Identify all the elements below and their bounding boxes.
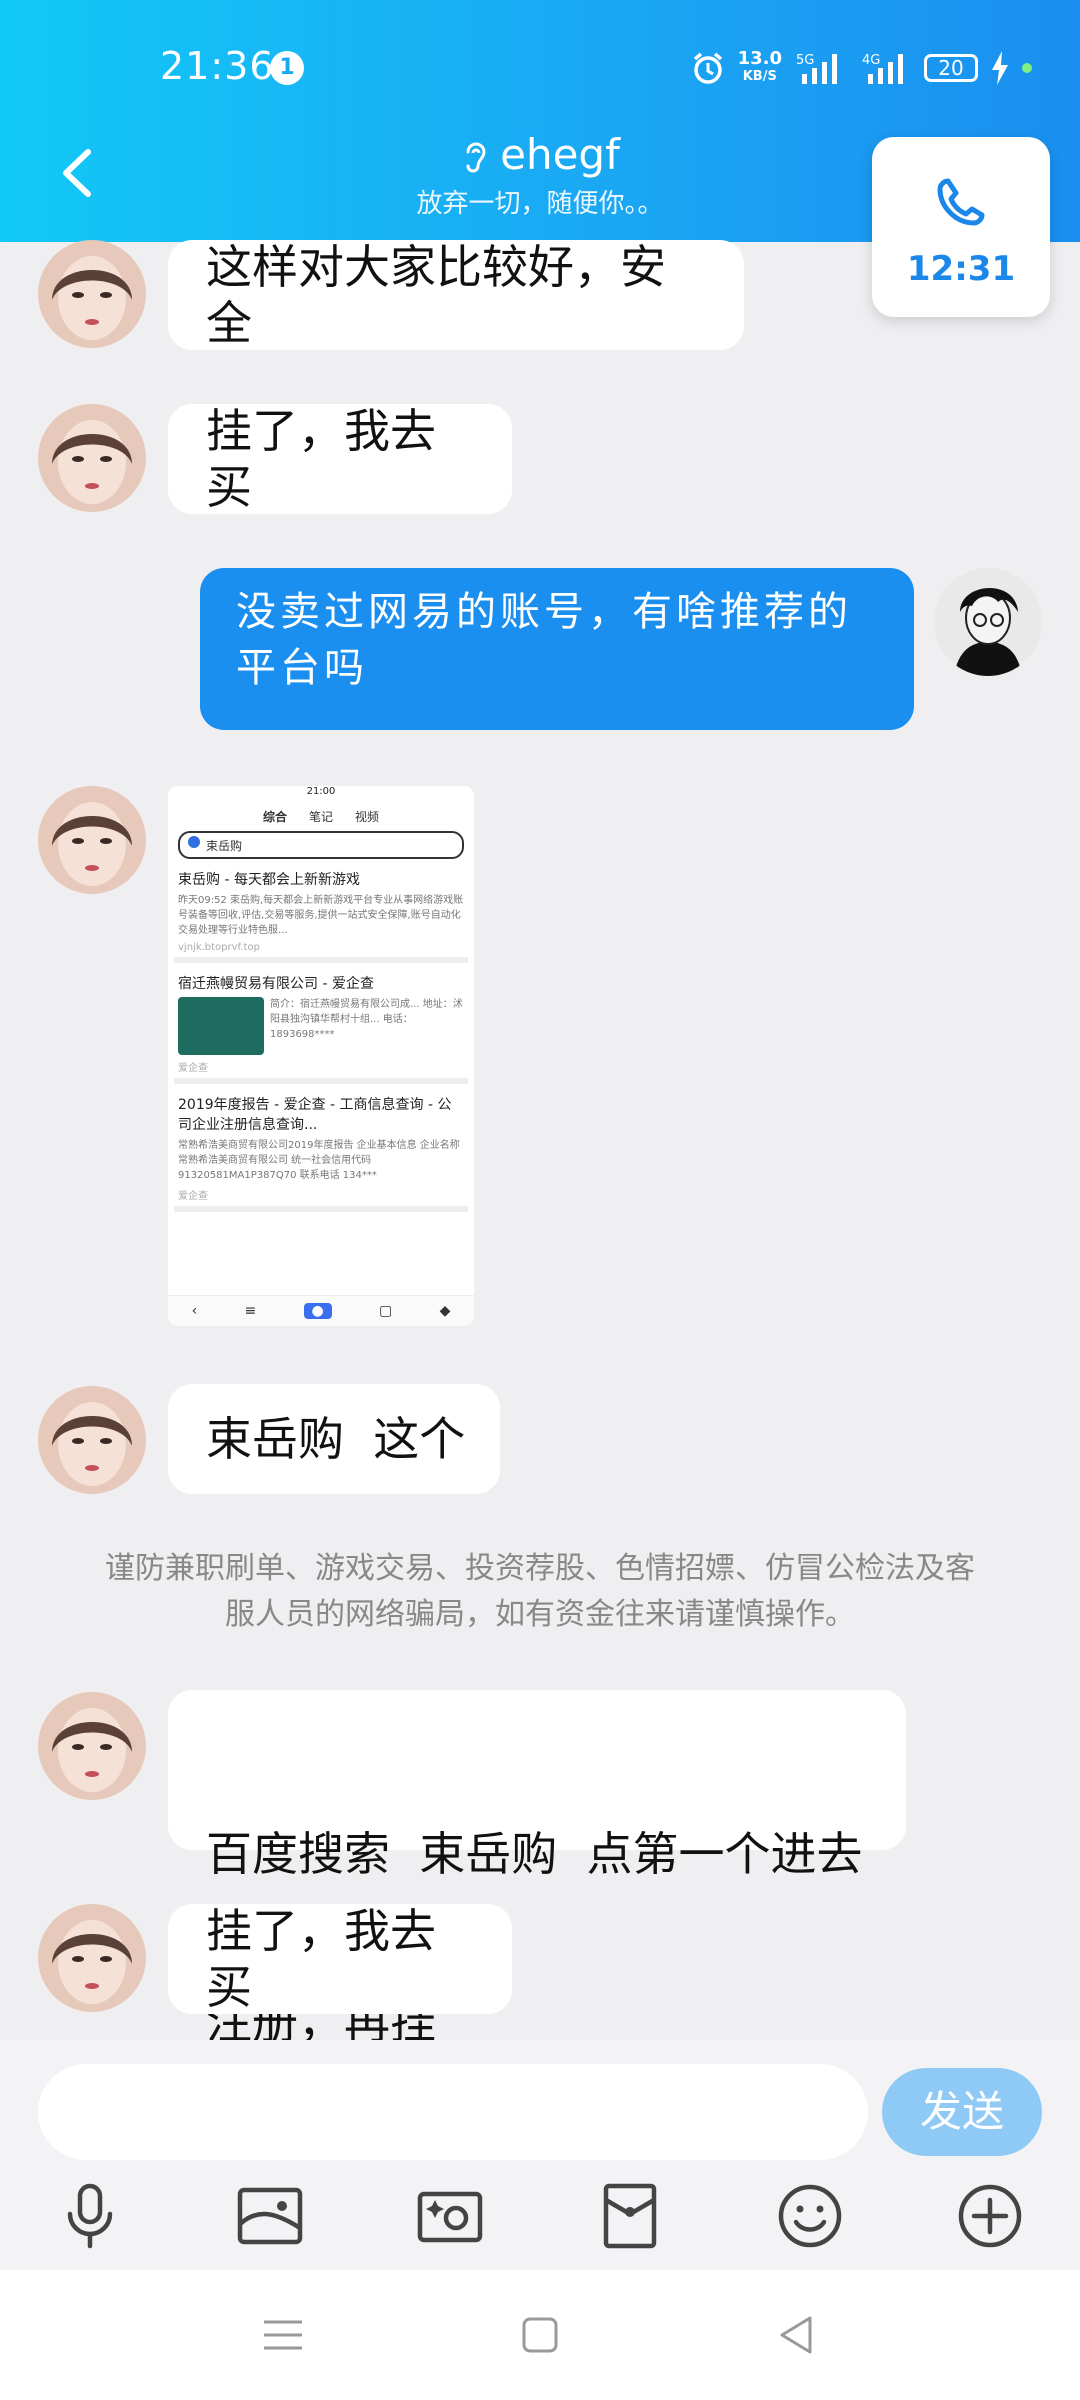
home-icon[interactable] xyxy=(515,2310,565,2360)
screenshot-result: 2019年度报告 - 爱企查 - 工商信息查询 - 公司企业注册信息查询... … xyxy=(174,1090,468,1212)
contact-avatar[interactable] xyxy=(38,786,146,894)
screenshot-bottom-nav: ‹ ≡ ● ▢ ◆ xyxy=(168,1295,474,1326)
back-icon[interactable] xyxy=(772,2310,822,2360)
message-input[interactable] xyxy=(38,2064,868,2160)
phone-icon xyxy=(937,178,985,226)
screenshot-result: 束岳购 - 每天都会上新新游戏 昨天09:52 束岳购,每天都会上新新游戏平台专… xyxy=(174,865,468,963)
emoji-icon[interactable] xyxy=(774,2180,846,2252)
privacy-dot xyxy=(1022,63,1032,73)
status-time: 21:36 xyxy=(160,44,275,88)
contact-avatar[interactable] xyxy=(38,240,146,348)
ear-icon xyxy=(466,142,486,172)
contact-avatar[interactable] xyxy=(38,1904,146,2012)
shared-screenshot-image[interactable]: 21:00 综合 笔记 视频 束岳购 束岳购 - 每天都会上新新游戏 昨天09:52… xyxy=(168,786,474,1326)
send-button[interactable]: 发送 xyxy=(882,2068,1042,2156)
camera-icon[interactable] xyxy=(414,2180,486,2252)
network-speed: 13.0 KB/S xyxy=(737,48,782,85)
image-icon[interactable] xyxy=(234,2180,306,2252)
signal-4g-icon: 4G xyxy=(862,53,903,84)
message-bubble[interactable]: 束岳购 这个 xyxy=(168,1384,500,1494)
battery-indicator: 20 xyxy=(924,54,978,82)
screenshot-status-time: 21:00 xyxy=(306,786,336,797)
plus-icon[interactable] xyxy=(954,2180,1026,2252)
svg-text:4G: 4G xyxy=(862,53,880,68)
menu-icon[interactable] xyxy=(258,2310,308,2360)
call-duration: 12:31 xyxy=(906,249,1016,289)
alarm-icon xyxy=(693,52,722,84)
screenshot-search-box: 束岳购 xyxy=(178,831,464,859)
message-composer: 发送 xyxy=(0,2040,1080,2270)
contact-avatar[interactable] xyxy=(38,1386,146,1494)
system-nav-bar xyxy=(0,2270,1080,2400)
contact-avatar[interactable] xyxy=(38,1692,146,1800)
status-icons: 13.0 KB/S 5G 4G 20 xyxy=(690,46,1032,90)
svg-text:5G: 5G xyxy=(796,53,814,68)
screenshot-tabs: 综合 笔记 视频 xyxy=(262,810,380,824)
screenshot-result: 宿迁燕幔贸易有限公司 - 爱企查 简介：宿迁燕幔贸易有限公司成... 地址：沭阳… xyxy=(174,969,468,1084)
contact-avatar[interactable] xyxy=(38,404,146,512)
safety-warning: 谨防兼职刷单、游戏交易、投资荐股、色情招嫖、仿冒公检法及客 服人员的网络骗局，如… xyxy=(105,1551,975,1632)
ongoing-call-card[interactable]: 12:31 xyxy=(872,137,1050,317)
message-bubble-outgoing[interactable]: 没卖过网易的账号，有啥推荐的 平台吗 xyxy=(200,568,914,730)
my-avatar[interactable] xyxy=(934,568,1042,676)
microphone-icon[interactable] xyxy=(54,2180,126,2252)
charging-icon xyxy=(992,51,1008,85)
message-bubble[interactable]: 挂了，我去买 xyxy=(168,404,512,514)
notification-badge: 1 xyxy=(270,51,304,85)
red-packet-icon[interactable] xyxy=(594,2180,666,2252)
message-bubble[interactable]: 这样对大家比较好，安全 xyxy=(168,240,744,350)
message-bubble[interactable]: 挂了，我去买 xyxy=(168,1904,512,2014)
signal-5g-icon: 5G xyxy=(796,53,837,84)
chat-title: ehegf xyxy=(500,130,620,179)
message-bubble[interactable]: 百度搜索 束岳购 点第一个进去 注册，再挂 xyxy=(168,1690,906,2049)
